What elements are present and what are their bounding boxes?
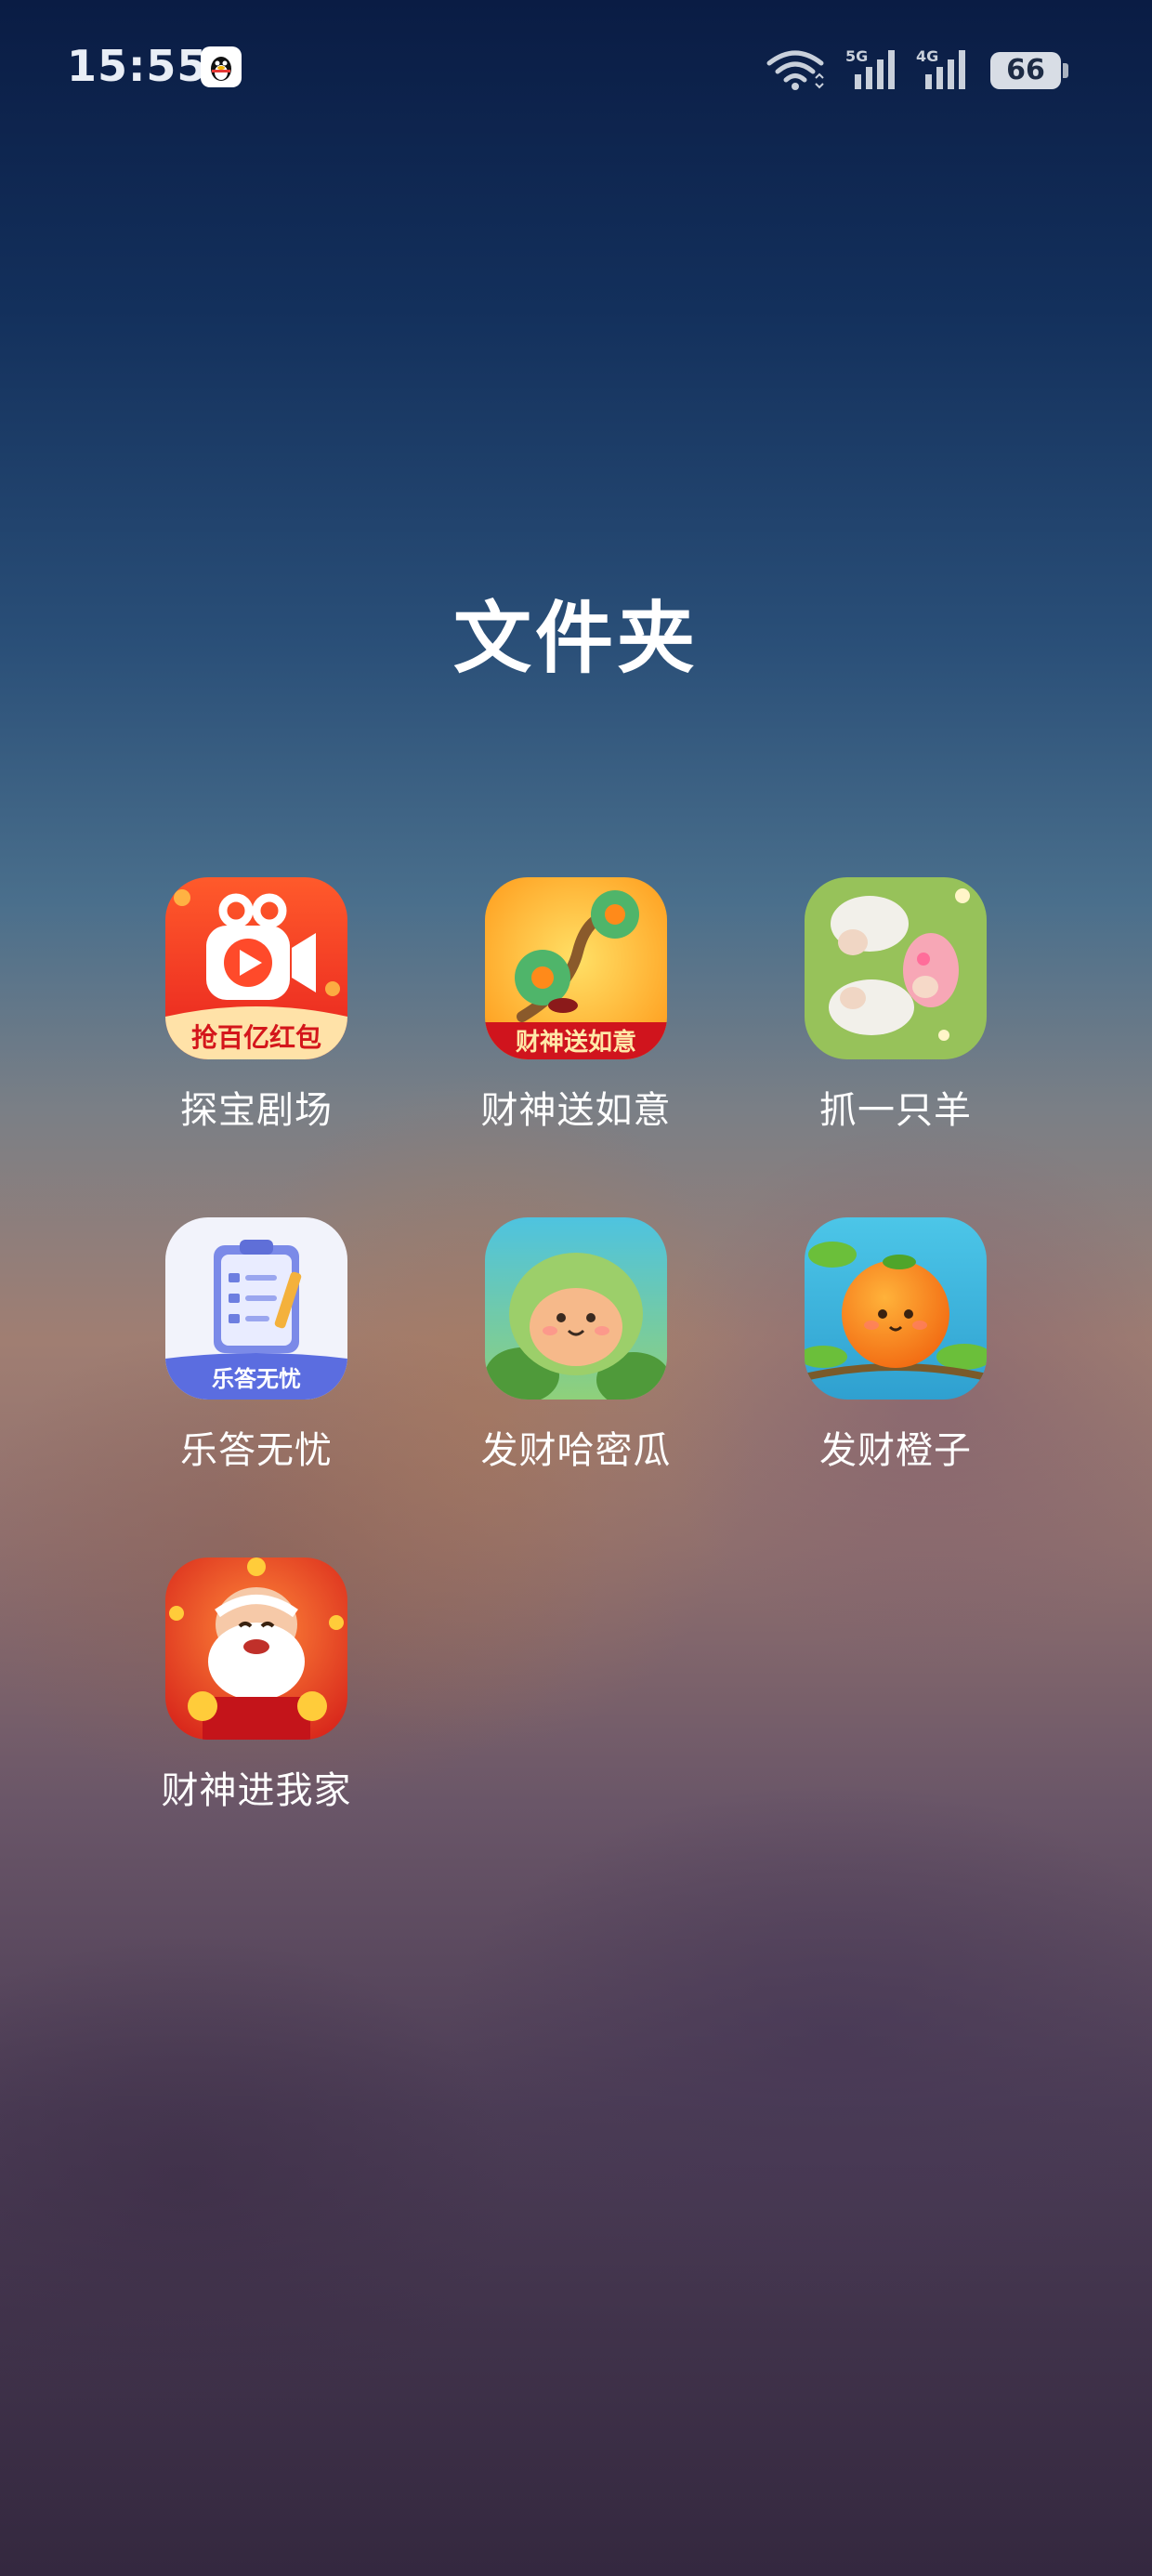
qq-penguin-icon <box>201 46 242 87</box>
god-of-wealth-icon[interactable] <box>165 1557 347 1740</box>
app-leda-wuyou[interactable]: 乐答无忧 乐答无忧 <box>91 1217 351 1496</box>
clipboard-quiz-icon[interactable]: 乐答无忧 <box>165 1217 347 1400</box>
app-label: 财神送如意 <box>480 1089 672 1132</box>
melon-character-icon[interactable] <box>485 1217 667 1400</box>
app-facai-melon[interactable]: 发财哈密瓜 <box>411 1217 671 1496</box>
battery-tip <box>1063 63 1068 78</box>
app-label: 发财哈密瓜 <box>480 1429 672 1472</box>
svg-text:抢百亿红包: 抢百亿红包 <box>191 1022 321 1053</box>
sheep-game-icon[interactable] <box>805 877 987 1059</box>
svg-text:4G: 4G <box>916 47 938 65</box>
app-label: 发财橙子 <box>819 1429 972 1472</box>
app-caishen-home[interactable]: 财神进我家 <box>91 1557 351 1836</box>
svg-text:乐答无忧: 乐答无忧 <box>212 1366 301 1392</box>
app-facai-orange[interactable]: 发财橙子 <box>730 1217 990 1496</box>
status-bar: 15:55 5G 4G 66 <box>0 0 1152 139</box>
svg-text:财神送如意: 财神送如意 <box>516 1028 636 1057</box>
app-caishen-ruyi[interactable]: 财神送如意 财神送如意 <box>411 877 671 1156</box>
video-camera-play-icon[interactable]: 抢百亿红包 <box>165 877 347 1059</box>
svg-text:5G: 5G <box>845 47 868 65</box>
ruyi-jade-icon[interactable]: 财神送如意 <box>485 877 667 1059</box>
status-time: 15:55 <box>67 41 208 91</box>
orange-character-icon[interactable] <box>805 1217 987 1400</box>
app-tanbao-theater[interactable]: 抢百亿红包 探宝剧场 <box>91 877 351 1156</box>
app-catch-sheep[interactable]: 抓一只羊 <box>730 877 990 1156</box>
cellular-4g-icon: 4G <box>916 46 974 97</box>
app-label: 探宝剧场 <box>180 1089 333 1132</box>
app-label: 抓一只羊 <box>819 1089 972 1132</box>
folder-title[interactable]: 文件夹 <box>0 576 1152 689</box>
battery-indicator: 66 <box>990 52 1061 89</box>
cellular-5g-icon: 5G <box>845 46 903 97</box>
app-label: 财神进我家 <box>161 1769 352 1812</box>
app-label: 乐答无忧 <box>180 1429 333 1472</box>
wifi-icon <box>766 46 825 95</box>
